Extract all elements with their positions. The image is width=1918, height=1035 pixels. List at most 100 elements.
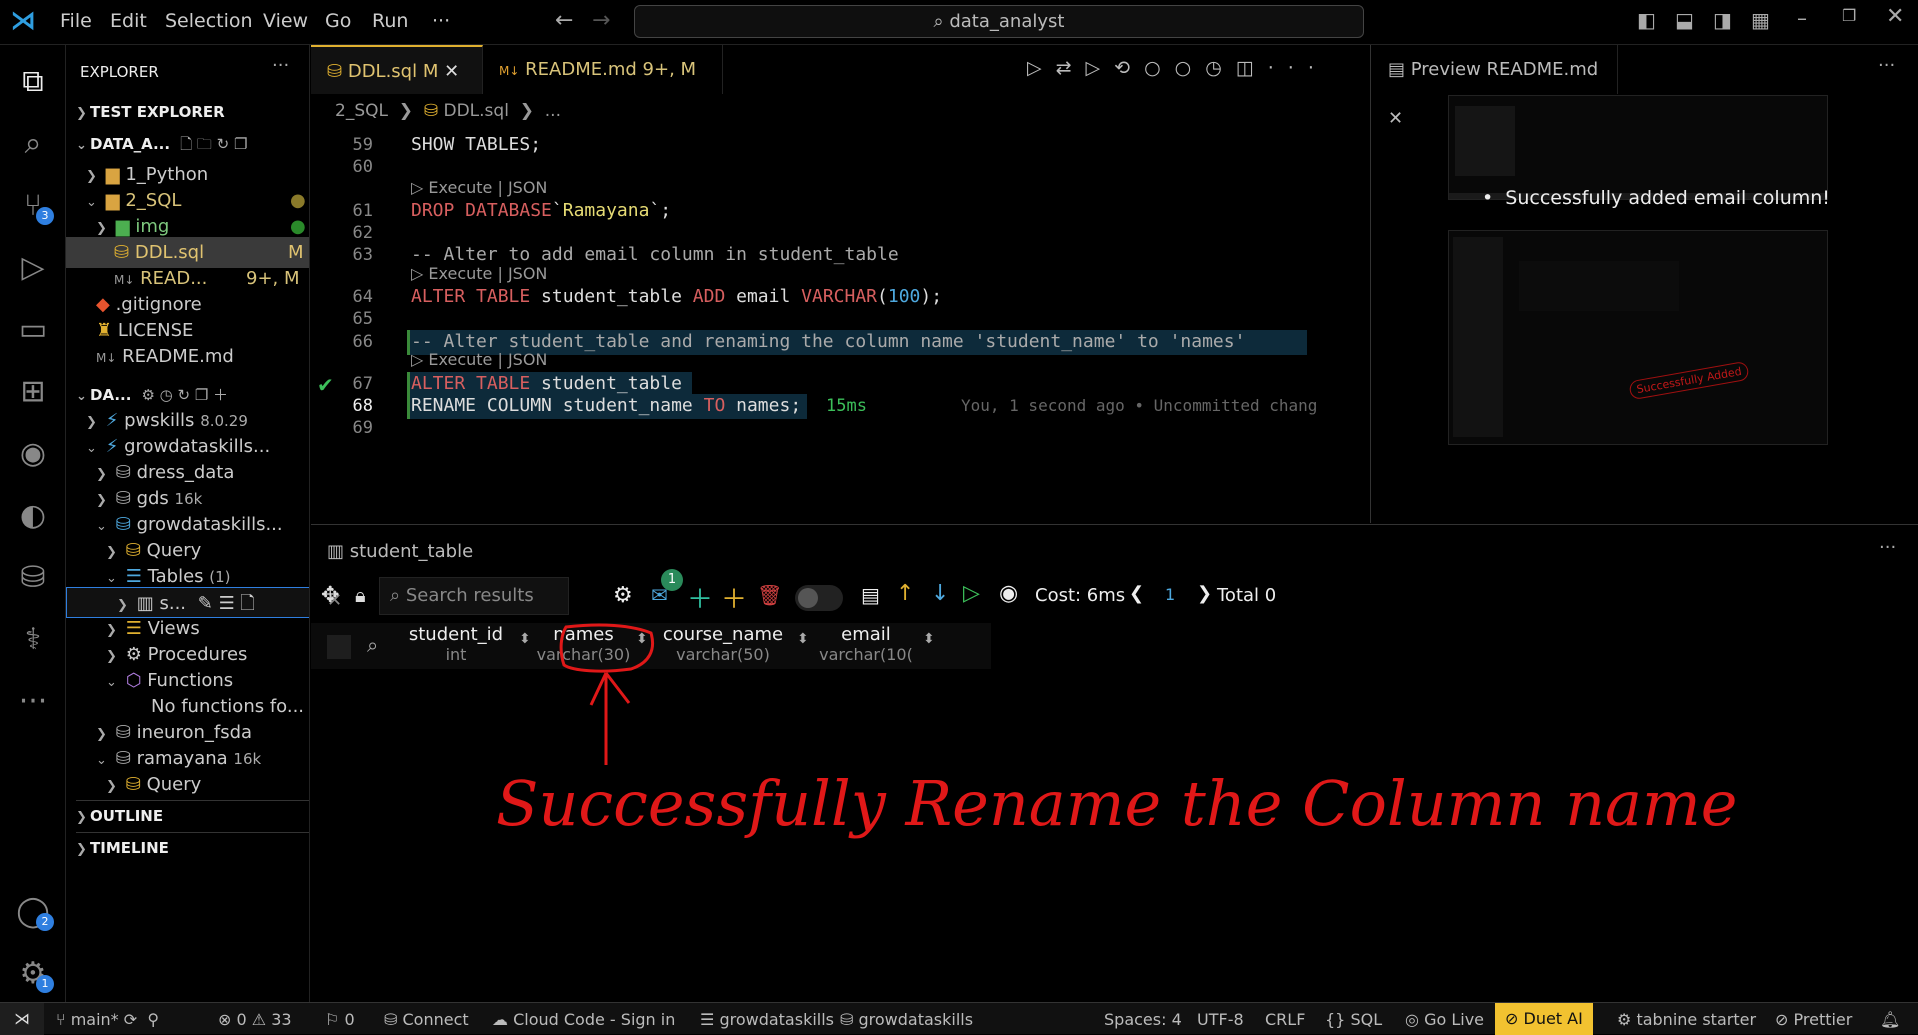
tabnine-status[interactable]: ⚙ tabnine starter [1617,1010,1756,1029]
codelens-execute[interactable]: ▷ Execute | JSON [411,350,547,369]
search-icon[interactable]: ⌕ [0,115,66,171]
go-live-status[interactable]: ◎ Go Live [1405,1010,1484,1029]
database-file-icon: ⛁ [327,61,343,82]
code-line[interactable]: SHOW TABLES; [411,134,541,155]
code-line[interactable]: ALTER TABLE student_table ADD email VARC… [411,286,942,307]
code-line[interactable]: RENAME COLUMN student_name TO names; [411,395,801,416]
db-ramayana-query[interactable]: ❯ ⛁ Query [106,769,309,800]
mail-icon[interactable]: ✉ 1 [651,569,683,607]
code-line[interactable]: DROP DATABASE`Ramayana`; [411,200,671,221]
source-control-icon[interactable]: ⑂ 3 [0,177,66,233]
new-file-icons[interactable]: 🗋 🗀 ↻ ❐ [180,135,247,153]
tab-student-table[interactable]: ▥ student_table ✕ [311,527,491,611]
breadcrumb-file[interactable]: DDL.sql [443,101,508,121]
outline-header[interactable]: ❯ OUTLINE [76,800,309,831]
encoding-status[interactable]: UTF-8 [1197,1010,1244,1029]
forward-arrow-icon[interactable]: → [592,8,610,33]
breadcrumb-folder[interactable]: 2_SQL [335,101,388,121]
menu-selection[interactable]: Selection [165,10,253,32]
table-action-icons[interactable]: ✎ ☰ 🗋 [198,593,255,614]
menu-file[interactable]: File [60,10,92,32]
code-line[interactable]: -- Alter to add email column in student_… [411,244,899,265]
minimize-icon[interactable]: – [1797,6,1807,30]
accounts-icon[interactable]: ◯ 2 [0,883,66,939]
prettier-status[interactable]: ⊘ Prettier [1775,1010,1852,1029]
restore-icon[interactable]: ❐ [1842,6,1856,25]
close-tab-icon[interactable]: ✕ [1388,108,1403,129]
codelens-execute[interactable]: ▷ Execute | JSON [411,264,547,283]
tab-ddl-sql[interactable]: ⛁ DDL.sql M ✕ [311,45,483,94]
remote-explorer-icon[interactable]: ▭ [0,301,66,357]
connect-status[interactable]: ⛁ Connect [384,1010,469,1029]
arrow-down-icon[interactable]: ↓ [931,581,949,606]
tab-preview-readme[interactable]: ▤ Preview README.md ✕ [1372,45,1618,129]
delete-icon[interactable]: 🗑︎ [757,583,782,607]
cloud-code-status[interactable]: ☁ Cloud Code - Sign in [492,1010,675,1029]
more-actions-icon[interactable]: ··· [1878,55,1895,76]
python-icon[interactable]: ⚕ [0,611,66,667]
db-status-1[interactable]: ☰ growdataskills [700,1010,834,1029]
insert-icon[interactable]: ＋ [721,579,747,616]
duet-ai-status[interactable]: ⊘ Duet AI [1495,1003,1593,1035]
command-center[interactable]: ⌕ data_analyst [634,5,1364,38]
toggle-sidebar-icon[interactable]: ◧ [1637,8,1656,32]
close-tab-icon[interactable]: ✕ [444,61,459,82]
database-icon[interactable]: ⛁ [0,549,66,605]
next-page-icon[interactable]: ❯ [1197,583,1212,604]
branch-status[interactable]: ⑂ main* ⟳ ⚲ [56,1010,159,1029]
toggle-switch[interactable] [795,585,843,611]
eol-status[interactable]: CRLF [1265,1010,1305,1029]
settings-gear-icon[interactable]: ⚙ [613,583,633,608]
test-explorer-header[interactable]: ❯ TEST EXPLORER [76,97,309,128]
menu-edit[interactable]: Edit [110,10,147,32]
code-line[interactable]: -- Alter student_table and renaming the … [411,331,1245,352]
comment-icon[interactable]: ▤ [861,583,880,607]
ports-status[interactable]: ⚐ 0 [325,1010,355,1029]
database-icon: ⛁ [115,462,131,483]
edge-icon[interactable]: ◐ [0,487,66,543]
code-line[interactable]: ALTER TABLE student_table [411,373,682,394]
customize-layout-icon[interactable]: ▦ [1751,8,1770,32]
arrow-up-icon[interactable]: ↑ [896,581,914,606]
menu-view[interactable]: View [263,10,308,32]
menu-go[interactable]: Go [325,10,351,32]
more-icon[interactable]: ··· [0,673,66,729]
page-number[interactable]: 1 [1165,585,1175,604]
toggle-secondary-sidebar-icon[interactable]: ◨ [1713,8,1732,32]
tree-label: Functions [147,670,234,691]
indent-status[interactable]: Spaces: 4 [1104,1010,1182,1029]
workspace-header[interactable]: ⌄ DATA_A... 🗋 🗀 ↻ ❐ [76,129,309,160]
prev-page-icon[interactable]: ❮ [1129,583,1144,604]
codelens-execute[interactable]: ▷ Execute | JSON [411,178,547,197]
db-status-2[interactable]: ⛁ growdataskills [840,1010,973,1029]
breadcrumb-symbol[interactable]: ... [545,101,561,121]
run-icon[interactable]: ▷ [963,581,980,606]
menu-run[interactable]: Run [372,10,408,32]
search-results-input[interactable]: ⌕ Search results [379,577,569,615]
bell-icon[interactable]: 🔔︎ [1880,1010,1900,1029]
settings-gear-icon[interactable]: ⚙ 1 [0,945,66,1001]
close-window-icon[interactable]: ✕ [1886,4,1904,29]
lock-icon[interactable]: 🔒︎ [355,583,366,607]
explorer-icon[interactable]: ⧉ [0,53,66,109]
run-debug-icon[interactable]: ▷ [0,239,66,295]
add-row-icon[interactable]: ＋ [687,579,713,616]
extensions-icon[interactable]: ⊞ [0,363,66,419]
more-actions-icon[interactable]: ··· [272,55,289,76]
tree-label: img [135,216,170,237]
database-toolbar-icons[interactable]: ⚙ ◷ ↻ ❐ ＋ [141,386,228,404]
tab-readme[interactable]: M↓ README.md 9+, M [483,45,723,94]
back-arrow-icon[interactable]: ← [555,8,573,33]
github-icon[interactable]: ◉ [0,425,66,481]
remote-icon[interactable]: ⋊ [0,1003,44,1035]
more-actions-icon[interactable]: ··· [1879,537,1896,558]
language-status[interactable]: {} SQL [1325,1010,1382,1029]
toggle-panel-icon[interactable]: ⬓ [1675,8,1694,32]
menu-more[interactable]: ··· [432,10,450,32]
eye-icon[interactable]: ◉ [999,581,1018,606]
tree-item-readme[interactable]: M↓ README.md [96,341,309,372]
timeline-header[interactable]: ❯ TIMELINE [76,832,309,863]
problems-status[interactable]: ⊗ 0 ⚠ 33 [218,1010,292,1029]
move-icon[interactable]: ✥ [321,583,339,608]
editor-action-icons[interactable]: ▷⇄▷⟲○○◷◫··· [1027,57,1328,79]
